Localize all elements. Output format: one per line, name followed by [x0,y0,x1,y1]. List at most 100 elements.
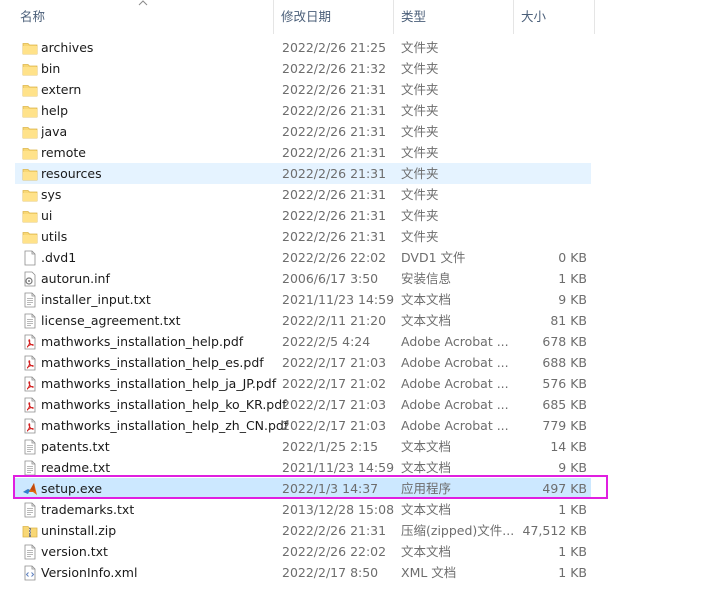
file-row[interactable]: help 2022/2/26 21:31 文件夹 [15,100,591,121]
file-type: 文件夹 [401,166,439,181]
file-row[interactable]: version.txt 2022/2/26 22:02 文本文档 1 KB [15,541,591,562]
file-row[interactable]: mathworks_installation_help_es.pdf 2022/2… [15,352,591,373]
file-size [515,226,587,247]
folder-icon [22,229,38,245]
file-row[interactable]: utils 2022/2/26 21:31 文件夹 [15,226,591,247]
file-size: 685 KB [542,397,587,412]
file-name: ui [41,208,53,223]
file-row[interactable]: remote 2022/2/26 21:31 文件夹 [15,142,591,163]
file-name: version.txt [41,544,108,559]
text-file-icon [22,439,38,455]
file-row[interactable]: ui 2022/2/26 21:31 文件夹 [15,205,591,226]
file-date: 2022/2/11 21:20 [282,313,387,328]
file-size: 1 KB [558,565,587,580]
file-row[interactable]: .dvd1 2022/2/26 22:02 DVD1 文件 0 KB [15,247,591,268]
folder-icon [22,40,38,56]
text-file-icon [22,292,38,308]
file-size: 1 KB [558,271,587,286]
file-row[interactable]: archives 2022/2/26 21:25 文件夹 [15,37,591,58]
file-type: 文件夹 [401,61,439,76]
folder-icon [22,145,38,161]
text-file-icon [22,502,38,518]
column-divider[interactable] [393,0,394,34]
file-name: autorun.inf [41,271,110,286]
file-row[interactable]: bin 2022/2/26 21:32 文件夹 [15,58,591,79]
file-size: 576 KB [542,376,587,391]
file-date: 2022/2/26 21:31 [282,187,387,202]
file-date: 2022/2/26 21:31 [282,124,387,139]
file-date: 2022/2/26 21:31 [282,208,387,223]
file-date: 2022/2/26 21:32 [282,61,387,76]
file-row[interactable]: resources 2022/2/26 21:31 文件夹 [15,163,591,184]
column-header-type[interactable]: 类型 [395,0,513,34]
file-date: 2022/2/26 21:25 [282,40,387,55]
file-date: 2022/2/17 21:02 [282,376,387,391]
column-header-name[interactable]: 名称 [14,0,272,34]
file-size [515,184,587,205]
file-size: 688 KB [542,355,587,370]
file-type: 文件夹 [401,124,439,139]
file-size [515,163,587,184]
file-row[interactable]: uninstall.zip 2022/2/26 21:31 压缩(zipped)文件… [15,520,591,541]
file-row[interactable]: mathworks_installation_help_ja_JP.pdf 202… [15,373,591,394]
file-name: remote [41,145,86,160]
file-type: 压缩(zipped)文件... [401,523,513,538]
file-date: 2022/2/26 22:02 [282,544,387,559]
xml-file-icon [22,565,38,581]
file-name: mathworks_installation_help_zh_CN.pdf [41,418,289,433]
file-row[interactable]: java 2022/2/26 21:31 文件夹 [15,121,591,142]
column-divider[interactable] [513,0,514,34]
file-row[interactable]: mathworks_installation_help_zh_CN.pdf 202… [15,415,591,436]
file-row[interactable]: license_agreement.txt 2022/2/11 21:20 文本文档… [15,310,591,331]
file-size: 678 KB [542,334,587,349]
folder-icon [22,166,38,182]
file-type: Adobe Acrobat ... [401,334,509,349]
file-row[interactable]: patents.txt 2022/1/25 2:15 文本文档 14 KB [15,436,591,457]
file-name: extern [41,82,82,97]
column-header-size[interactable]: 大小 [515,0,595,34]
file-size [515,121,587,142]
file-type: Adobe Acrobat ... [401,397,509,412]
file-date: 2013/12/28 15:08 [282,502,395,517]
file-size: 1 KB [558,502,587,517]
file-type: Adobe Acrobat ... [401,355,509,370]
file-date: 2022/2/17 21:03 [282,397,387,412]
file-type: 文本文档 [401,439,452,454]
file-date: 2022/2/26 21:31 [282,229,387,244]
file-row[interactable]: trademarks.txt 2013/12/28 15:08 文本文档 1 KB [15,499,591,520]
folder-icon [22,82,38,98]
column-header-date[interactable]: 修改日期 [275,0,393,34]
file-name: help [41,103,69,118]
file-size [515,100,587,121]
file-row[interactable]: mathworks_installation_help.pdf 2022/2/5 … [15,331,591,352]
file-row[interactable]: installer_input.txt 2021/11/23 14:59 文本文档 9… [15,289,591,310]
pdf-icon [22,376,38,392]
pdf-icon [22,397,38,413]
file-type: 文本文档 [401,292,452,307]
file-date: 2022/2/26 21:31 [282,82,387,97]
file-date: 2022/2/5 4:24 [282,334,371,349]
file-row[interactable]: sys 2022/2/26 21:31 文件夹 [15,184,591,205]
file-size: 1 KB [558,544,587,559]
pdf-icon [22,334,38,350]
folder-icon [22,103,38,119]
column-divider[interactable] [273,0,274,34]
text-file-icon [22,313,38,329]
file-row[interactable]: extern 2022/2/26 21:31 文件夹 [15,79,591,100]
folder-icon [22,187,38,203]
file-date: 2022/2/26 21:31 [282,166,387,181]
file-name: patents.txt [41,439,110,454]
file-name: mathworks_installation_help_es.pdf [41,355,264,370]
file-type: 文件夹 [401,208,439,223]
file-name: bin [41,61,61,76]
file-type: 文件夹 [401,187,439,202]
file-row[interactable]: mathworks_installation_help_ko_KR.pdf 202… [15,394,591,415]
file-row[interactable]: autorun.inf 2006/6/17 3:50 安装信息 1 KB [15,268,591,289]
file-date: 2022/2/26 21:31 [282,103,387,118]
file-type: 文件夹 [401,145,439,160]
column-divider[interactable] [594,0,595,34]
file-date: 2022/2/26 21:31 [282,145,387,160]
file-name: sys [41,187,62,202]
file-name: resources [41,166,102,181]
file-row[interactable]: VersionInfo.xml 2022/2/17 8:50 XML 文档 1 KB [15,562,591,583]
